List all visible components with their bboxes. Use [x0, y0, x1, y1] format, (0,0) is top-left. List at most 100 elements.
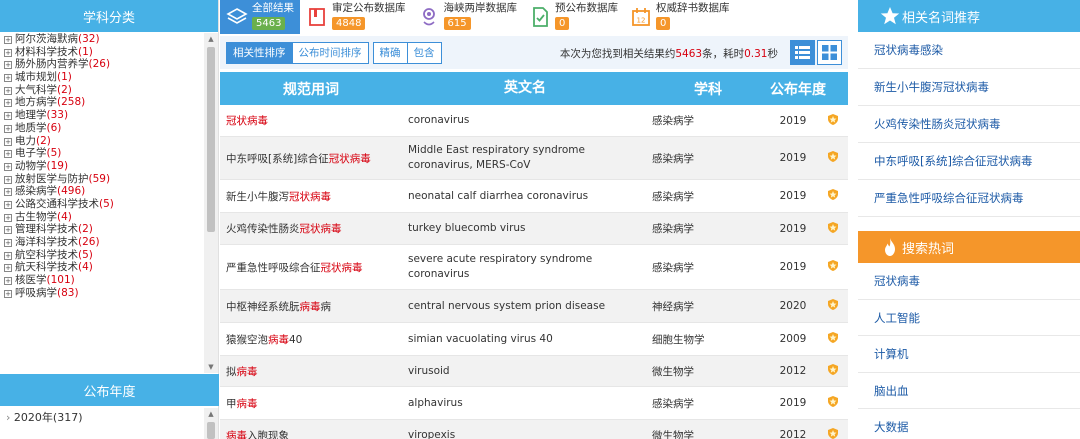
related-term-link[interactable]: 中东呼吸[系统]综合征冠状病毒 [858, 143, 1080, 180]
scroll-down-icon[interactable]: ▼ [204, 361, 218, 373]
year-list-scrollbar[interactable]: ▲ [204, 408, 218, 439]
hot-search-link[interactable]: 计算机 [858, 336, 1080, 373]
authority-shield-icon[interactable] [818, 221, 848, 236]
related-term-link[interactable]: 新生小牛腹泻冠状病毒 [858, 69, 1080, 106]
authority-shield-icon[interactable] [818, 299, 848, 313]
scrollbar-thumb[interactable] [207, 422, 215, 439]
subject-item[interactable]: + 地质学(6) [0, 122, 204, 135]
expand-icon[interactable]: + [4, 277, 12, 286]
subject-item[interactable]: + 核医学(101) [0, 274, 204, 287]
authority-shield-icon[interactable] [818, 364, 848, 378]
expand-icon[interactable]: + [4, 200, 12, 209]
table-row[interactable]: 新生小牛腹泻冠状病毒 neonatal calf diarrhea coronav… [220, 180, 848, 213]
sort-time-button[interactable]: 公布时间排序 [291, 41, 369, 64]
subject-list-scrollbar[interactable]: ▲ ▼ [204, 33, 218, 373]
subject-item[interactable]: + 古生物学(4) [0, 211, 204, 224]
authority-shield-icon[interactable] [818, 428, 848, 439]
authority-shield-icon[interactable] [818, 189, 848, 203]
table-row[interactable]: 拟病毒 virusoid 微生物学 2012 [220, 356, 848, 387]
expand-icon[interactable]: + [4, 86, 12, 95]
expand-icon[interactable]: + [4, 264, 12, 273]
db-tab-4[interactable]: 12 权威辞书数据库 0 [624, 0, 736, 34]
expand-icon[interactable]: + [4, 226, 12, 235]
table-row[interactable]: 冠状病毒 coronavirus 感染病学 2019 [220, 105, 848, 137]
table-row[interactable]: 病毒入胞现象 viropexis 微生物学 2012 [220, 420, 848, 439]
subject-item[interactable]: + 感染病学(496) [0, 185, 204, 198]
expand-icon[interactable]: + [4, 74, 12, 83]
expand-icon[interactable]: + [4, 251, 12, 260]
hot-search-link[interactable]: 大数据 [858, 409, 1080, 439]
subject-item[interactable]: + 海洋科学技术(26) [0, 236, 204, 249]
authority-shield-icon[interactable] [818, 151, 848, 165]
subject-item[interactable]: + 公路交通科学技术(5) [0, 198, 204, 211]
scrollbar-thumb[interactable] [207, 47, 215, 232]
hot-search-link[interactable]: 冠状病毒 [858, 263, 1080, 300]
subject-item[interactable]: + 地理学(33) [0, 109, 204, 122]
expand-icon[interactable]: + [4, 99, 12, 108]
term-cell[interactable]: 严重急性呼吸综合征冠状病毒 [220, 260, 402, 275]
table-row[interactable]: 中东呼吸[系统]综合征冠状病毒 Middle East respiratory s… [220, 137, 848, 180]
authority-shield-icon[interactable] [818, 260, 848, 274]
term-cell[interactable]: 甲病毒 [220, 396, 402, 411]
authority-shield-icon[interactable] [818, 332, 848, 346]
term-cell[interactable]: 火鸡传染性肠炎冠状病毒 [220, 221, 402, 236]
subject-item[interactable]: + 城市规划(1) [0, 71, 204, 84]
exact-match-button[interactable]: 精确 [372, 41, 408, 64]
subject-item[interactable]: + 大气科学(2) [0, 84, 204, 97]
related-term-link[interactable]: 严重急性呼吸综合征冠状病毒 [858, 180, 1080, 217]
subject-item[interactable]: + 航天科学技术(4) [0, 261, 204, 274]
related-term-link[interactable]: 火鸡传染性肠炎冠状病毒 [858, 106, 1080, 143]
related-term-link[interactable]: 冠状病毒感染 [858, 32, 1080, 69]
expand-icon[interactable]: + [4, 150, 12, 159]
hot-search-link[interactable]: 脑出血 [858, 373, 1080, 409]
subject-item[interactable]: + 电子学(5) [0, 147, 204, 160]
subject-item[interactable]: + 管理科学技术(2) [0, 223, 204, 236]
expand-icon[interactable]: + [4, 175, 12, 184]
term-cell[interactable]: 中枢神经系统朊病毒病 [220, 299, 402, 314]
authority-shield-icon[interactable] [818, 113, 848, 128]
subject-item[interactable]: + 阿尔茨海默病(32) [0, 33, 204, 46]
contains-match-button[interactable]: 包含 [406, 41, 442, 64]
term-cell[interactable]: 中东呼吸[系统]综合征冠状病毒 [220, 151, 402, 166]
db-tab-1[interactable]: 审定公布数据库 4848 [300, 0, 412, 34]
subject-item[interactable]: + 动物学(19) [0, 160, 204, 173]
sort-relevance-button[interactable]: 相关性排序 [226, 41, 293, 64]
expand-icon[interactable]: + [4, 289, 12, 298]
expand-icon[interactable]: + [4, 61, 12, 70]
year-item[interactable]: › 2020年(317) [0, 408, 204, 428]
subject-item[interactable]: + 地方病学(258) [0, 96, 204, 109]
expand-icon[interactable]: + [4, 188, 12, 197]
subject-item[interactable]: + 呼吸病学(83) [0, 287, 204, 300]
expand-icon[interactable]: + [4, 36, 12, 44]
expand-icon[interactable]: + [4, 213, 12, 222]
expand-icon[interactable]: + [4, 162, 12, 171]
grid-view-button[interactable] [817, 40, 842, 65]
term-cell[interactable]: 拟病毒 [220, 364, 402, 379]
expand-icon[interactable]: + [4, 124, 12, 133]
expand-icon[interactable]: + [4, 112, 12, 121]
subject-item[interactable]: + 材料科学技术(1) [0, 46, 204, 59]
list-view-button[interactable] [790, 40, 815, 65]
db-tab-2[interactable]: 海峡两岸数据库 615 [412, 0, 524, 34]
subject-item[interactable]: + 电力(2) [0, 135, 204, 148]
scroll-up-icon[interactable]: ▲ [204, 33, 218, 45]
expand-icon[interactable]: + [4, 137, 12, 146]
authority-shield-icon[interactable] [818, 396, 848, 410]
table-row[interactable]: 猿猴空泡病毒40 simian vacuolating virus 40 细胞生物学… [220, 323, 848, 356]
term-cell[interactable]: 新生小牛腹泻冠状病毒 [220, 189, 402, 204]
expand-icon[interactable]: + [4, 239, 12, 247]
expand-icon[interactable]: + [4, 48, 12, 57]
table-row[interactable]: 甲病毒 alphavirus 感染病学 2019 [220, 387, 848, 420]
table-row[interactable]: 严重急性呼吸综合征冠状病毒 severe acute respiratory sy… [220, 245, 848, 290]
hot-search-link[interactable]: 人工智能 [858, 300, 1080, 336]
subject-item[interactable]: + 航空科学技术(5) [0, 249, 204, 262]
scroll-up-icon[interactable]: ▲ [204, 408, 218, 420]
term-cell[interactable]: 冠状病毒 [220, 113, 402, 128]
table-row[interactable]: 中枢神经系统朊病毒病 central nervous system prion d… [220, 290, 848, 323]
db-tab-0[interactable]: 全部结果 5463 [220, 0, 300, 34]
table-row[interactable]: 火鸡传染性肠炎冠状病毒 turkey bluecomb virus 感染病学 2019 [220, 213, 848, 245]
subject-item[interactable]: + 放射医学与防护(59) [0, 173, 204, 186]
term-cell[interactable]: 病毒入胞现象 [220, 428, 402, 439]
term-cell[interactable]: 猿猴空泡病毒40 [220, 332, 402, 347]
db-tab-3[interactable]: 预公布数据库 0 [523, 0, 624, 34]
